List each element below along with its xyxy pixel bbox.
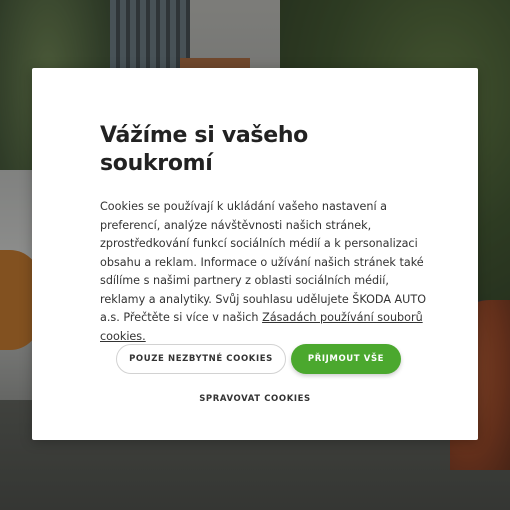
necessary-cookies-button[interactable]: POUZE NEZBYTNÉ COOKIES [116,344,286,374]
accept-all-button[interactable]: PŘIJMOUT VŠE [291,344,401,374]
cookie-consent-dialog: Vážíme si vašeho soukromí Cookies se pou… [32,68,478,440]
dialog-body: Cookies se používají k ukládání vašeho n… [100,198,430,346]
dialog-title: Vážíme si vašeho soukromí [100,123,308,176]
manage-cookies-button[interactable]: SPRAVOVAT COOKIES [32,394,478,404]
body-text: Cookies se používají k ukládání vašeho n… [100,200,427,324]
